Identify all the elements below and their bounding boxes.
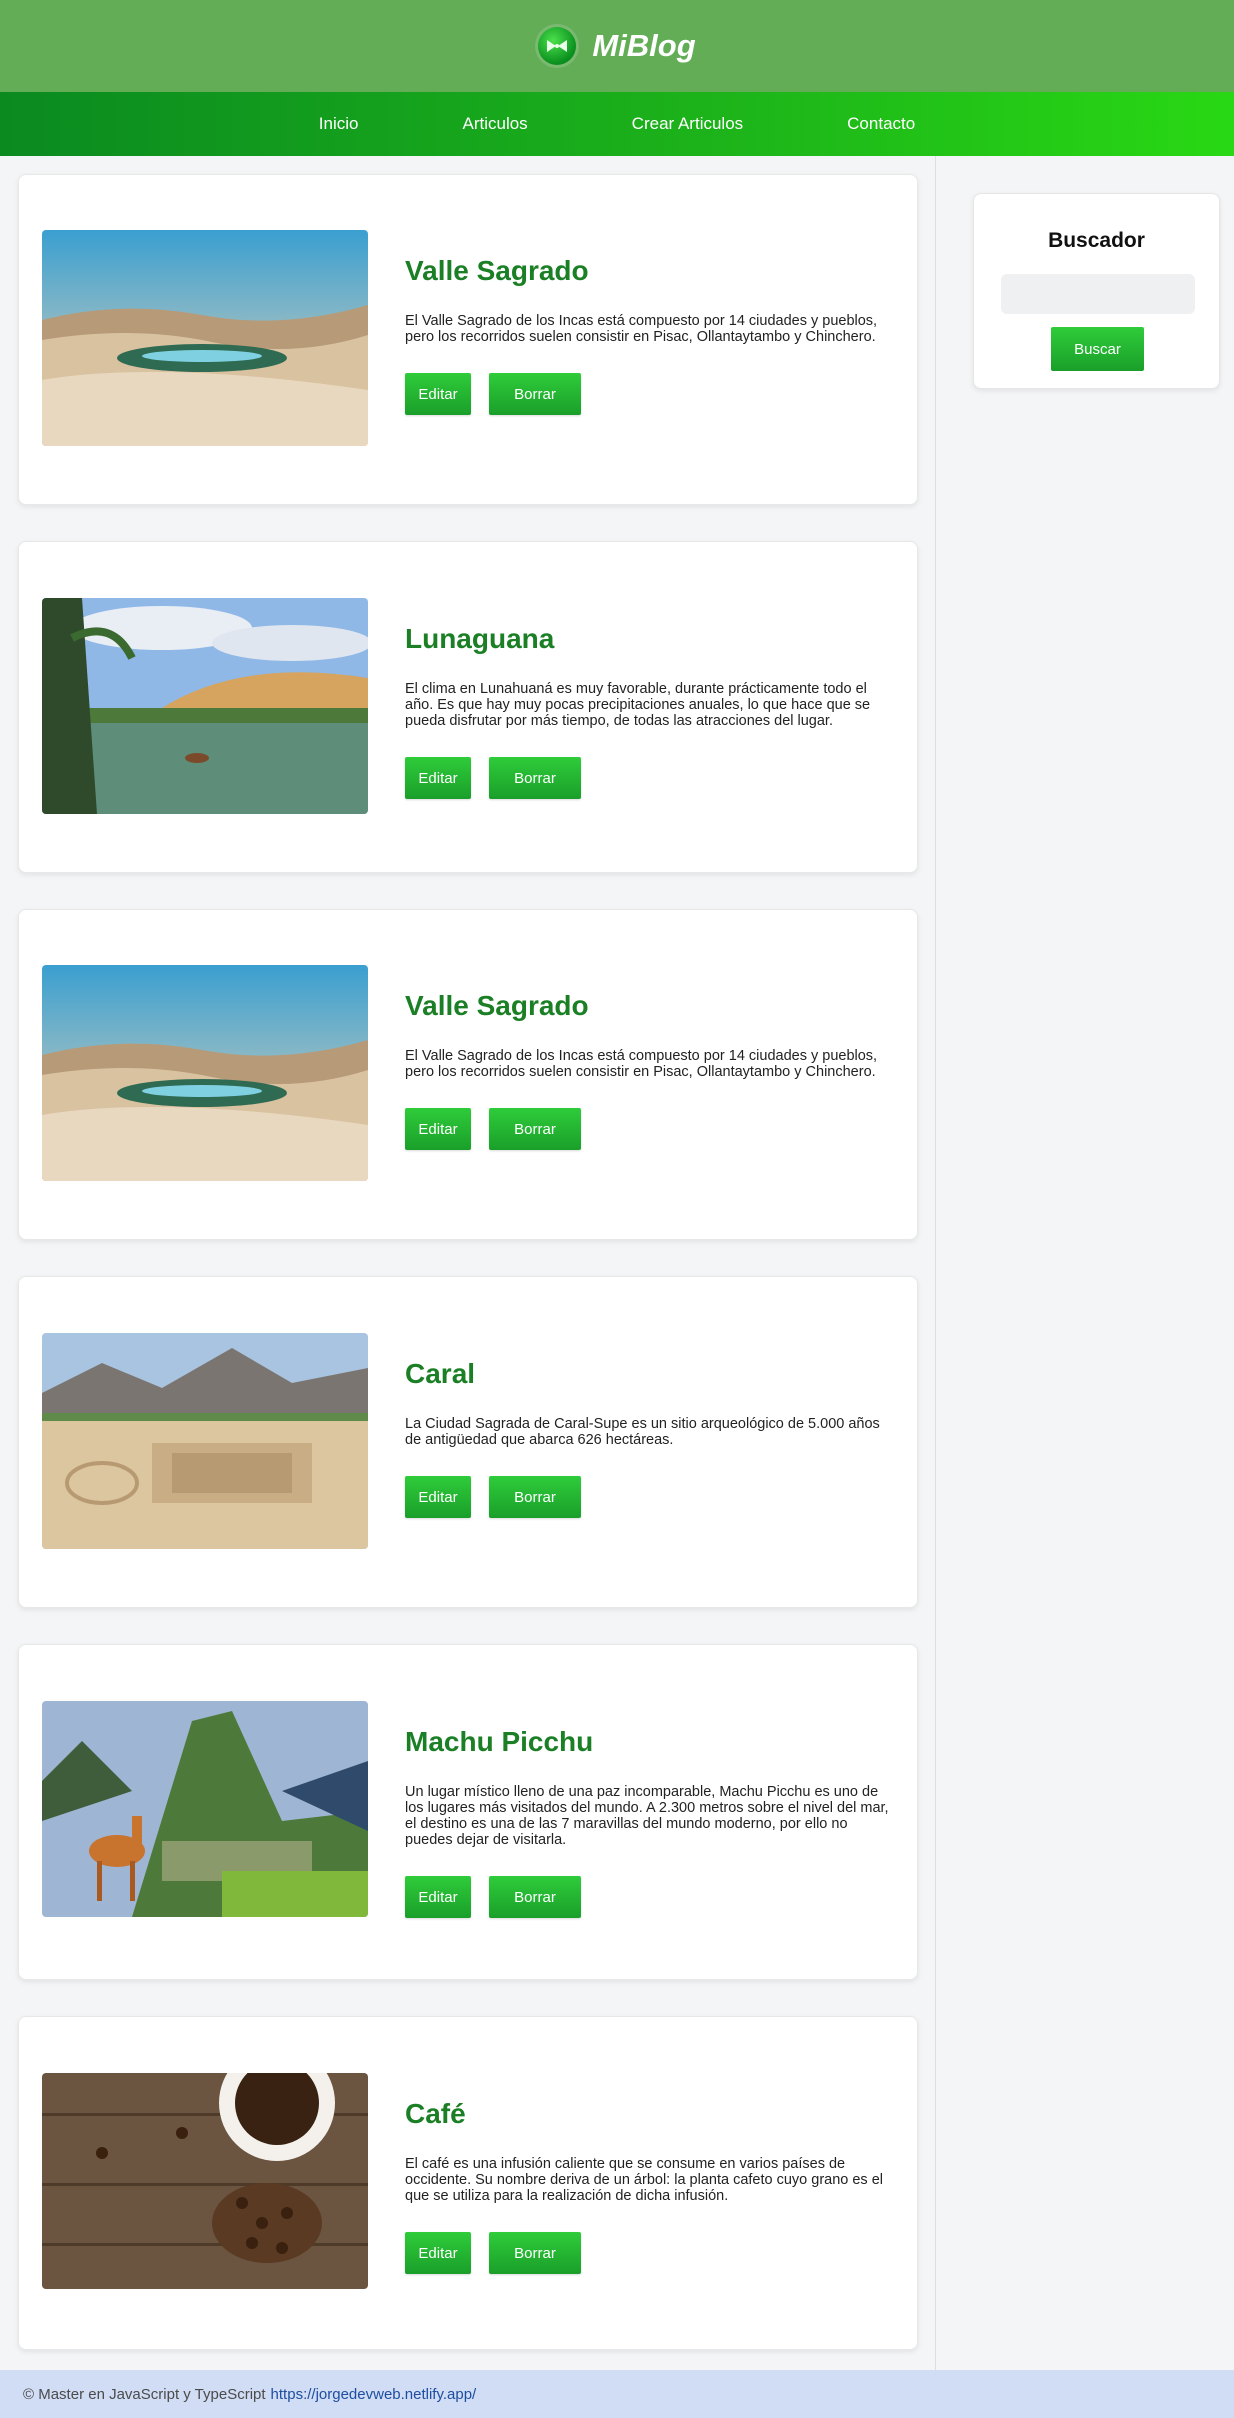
delete-button[interactable]: Borrar bbox=[489, 373, 581, 415]
nav-item-inicio[interactable]: Inicio bbox=[319, 114, 359, 134]
edit-button[interactable]: Editar bbox=[405, 373, 471, 415]
article-card: Lunaguana El clima en Lunahuaná es muy f… bbox=[18, 541, 918, 873]
article-title[interactable]: Lunaguana bbox=[405, 623, 891, 655]
search-widget-title: Buscador bbox=[1048, 229, 1145, 252]
edit-button[interactable]: Editar bbox=[405, 1108, 471, 1150]
coffee-beans-image bbox=[42, 2073, 368, 2289]
article-actions: Editar Borrar bbox=[405, 2232, 891, 2274]
article-title[interactable]: Machu Picchu bbox=[405, 1726, 891, 1758]
lagoon-palms-image bbox=[42, 598, 368, 814]
column-divider bbox=[935, 156, 936, 2370]
bowtie-logo-icon[interactable] bbox=[538, 27, 577, 65]
article-body: Machu Picchu Un lugar místico lleno de u… bbox=[405, 1726, 891, 1918]
article-actions: Editar Borrar bbox=[405, 1876, 891, 1918]
site-header: MiBlog bbox=[0, 0, 1234, 92]
article-body: Caral La Ciudad Sagrada de Caral-Supe es… bbox=[405, 1358, 891, 1518]
search-widget: Buscador Buscar bbox=[973, 193, 1220, 389]
delete-button[interactable]: Borrar bbox=[489, 1476, 581, 1518]
article-body: Valle Sagrado El Valle Sagrado de los In… bbox=[405, 255, 891, 415]
edit-button[interactable]: Editar bbox=[405, 1476, 471, 1518]
delete-button[interactable]: Borrar bbox=[489, 2232, 581, 2274]
brand-title[interactable]: MiBlog bbox=[592, 28, 695, 64]
article-card: Machu Picchu Un lugar místico lleno de u… bbox=[18, 1644, 918, 1980]
article-excerpt: El café es una infusión caliente que se … bbox=[405, 2156, 883, 2204]
delete-button[interactable]: Borrar bbox=[489, 1108, 581, 1150]
article-actions: Editar Borrar bbox=[405, 757, 891, 799]
article-card: Valle Sagrado El Valle Sagrado de los In… bbox=[18, 174, 918, 505]
delete-button[interactable]: Borrar bbox=[489, 757, 581, 799]
caral-ruins-image bbox=[42, 1333, 368, 1549]
article-title[interactable]: Valle Sagrado bbox=[405, 255, 891, 287]
desert-oasis-image bbox=[42, 230, 368, 446]
article-body: Lunaguana El clima en Lunahuaná es muy f… bbox=[405, 623, 891, 799]
article-excerpt: El Valle Sagrado de los Incas está compu… bbox=[405, 313, 878, 345]
edit-button[interactable]: Editar bbox=[405, 1876, 471, 1918]
machu-picchu-llama-image bbox=[42, 1701, 368, 1917]
nav-item-crear-articulos[interactable]: Crear Articulos bbox=[632, 114, 743, 134]
edit-button[interactable]: Editar bbox=[405, 2232, 471, 2274]
footer-text: © Master en JavaScript y TypeScript bbox=[23, 2385, 266, 2403]
article-excerpt: Un lugar místico lleno de una paz incomp… bbox=[405, 1784, 889, 1848]
main-nav: Inicio Articulos Crear Articulos Contact… bbox=[0, 92, 1234, 156]
article-body: Valle Sagrado El Valle Sagrado de los In… bbox=[405, 990, 891, 1150]
article-title[interactable]: Caral bbox=[405, 1358, 891, 1390]
nav-item-articulos[interactable]: Articulos bbox=[462, 114, 527, 134]
nav-item-contacto[interactable]: Contacto bbox=[847, 114, 915, 134]
search-input[interactable] bbox=[1001, 274, 1195, 314]
article-actions: Editar Borrar bbox=[405, 1476, 891, 1518]
article-card: Café El café es una infusión caliente qu… bbox=[18, 2016, 918, 2350]
article-actions: Editar Borrar bbox=[405, 373, 891, 415]
delete-button[interactable]: Borrar bbox=[489, 1876, 581, 1918]
article-card: Caral La Ciudad Sagrada de Caral-Supe es… bbox=[18, 1276, 918, 1608]
article-excerpt: El clima en Lunahuaná es muy favorable, … bbox=[405, 681, 871, 729]
article-actions: Editar Borrar bbox=[405, 1108, 891, 1150]
article-card: Valle Sagrado El Valle Sagrado de los In… bbox=[18, 909, 918, 1240]
desert-oasis-image bbox=[42, 965, 368, 1181]
article-title[interactable]: Valle Sagrado bbox=[405, 990, 891, 1022]
edit-button[interactable]: Editar bbox=[405, 757, 471, 799]
article-body: Café El café es una infusión caliente qu… bbox=[405, 2098, 891, 2274]
article-excerpt: La Ciudad Sagrada de Caral-Supe es un si… bbox=[405, 1416, 880, 1448]
article-excerpt: El Valle Sagrado de los Incas está compu… bbox=[405, 1048, 878, 1080]
article-title[interactable]: Café bbox=[405, 2098, 891, 2130]
footer-link[interactable]: https://jorgedevweb.netlify.app/ bbox=[271, 2386, 477, 2403]
site-footer: © Master en JavaScript y TypeScript http… bbox=[0, 2370, 1234, 2418]
search-button[interactable]: Buscar bbox=[1051, 327, 1144, 371]
